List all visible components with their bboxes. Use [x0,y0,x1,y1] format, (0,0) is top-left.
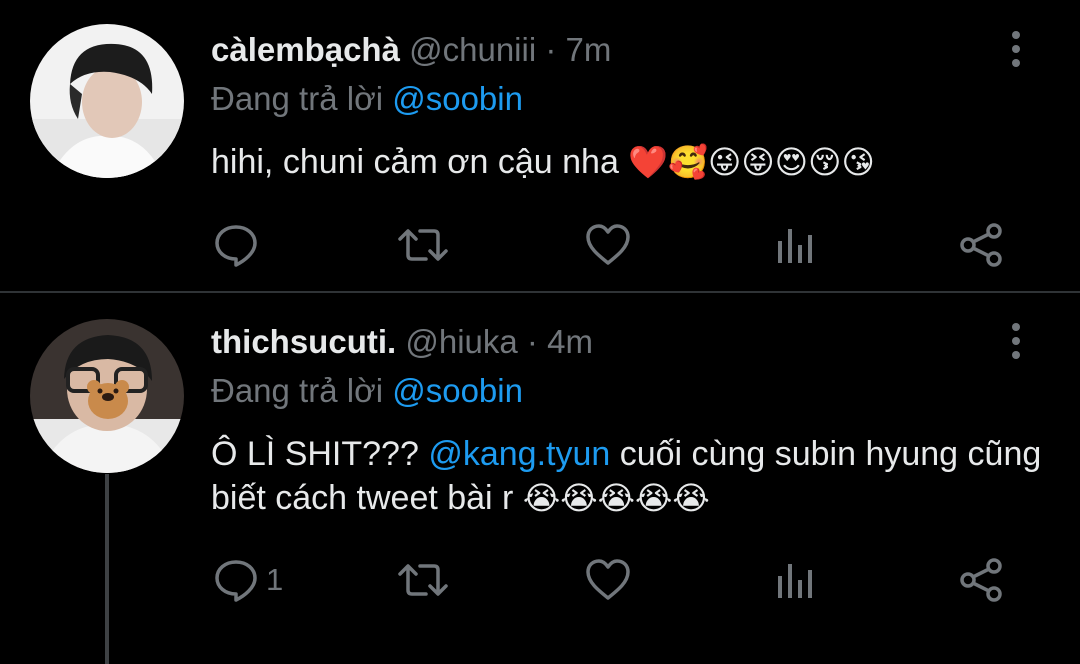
avatar[interactable] [30,319,184,473]
retweet-button[interactable] [396,555,450,605]
like-button[interactable] [584,220,632,270]
reply-icon [212,556,260,604]
reply-button[interactable]: 1 [212,555,283,605]
text-mention-link[interactable]: @kang.tyun [428,435,610,473]
reply-context: Đang trả lời @soobin [211,79,523,119]
reply-count: 1 [266,562,284,597]
share-button[interactable] [958,220,1006,270]
share-icon [958,556,1006,604]
retweet-button[interactable] [396,220,450,270]
like-button[interactable] [584,555,632,605]
analytics-button[interactable] [775,555,815,605]
tweet-text: Ô LÌ SHIT??? @kang.tyun cuối cùng subin … [211,432,1051,520]
avatar[interactable] [30,24,184,178]
analytics-icon [775,556,815,604]
tweet-text-start: Ô LÌ SHIT??? [211,435,419,473]
action-bar [0,220,1080,270]
tweet-emojis: ❤️🥰😜😝😍😚😘 [628,143,875,181]
reply-mention-link[interactable]: @soobin [392,372,523,409]
tweet-header: thichsucuti. @hiuka · 4m [211,322,593,362]
analytics-button[interactable] [775,220,815,270]
tweet-text-content: hihi, chuni cảm ơn cậu nha [211,143,619,181]
reply-prefix: Đang trả lời [211,80,384,117]
tweet[interactable]: thichsucuti. @hiuka · 4m Đang trả lời @s… [0,292,1080,664]
tweet-text: hihi, chuni cảm ơn cậu nha ❤️🥰😜😝😍😚😘 [211,140,1051,184]
reply-icon [212,221,260,269]
user-handle[interactable]: @chuniii [409,31,536,68]
retweet-icon [396,556,450,604]
tweet-emojis: 😭😭😭😭😭 [522,479,710,517]
reply-mention-link[interactable]: @soobin [392,80,523,117]
like-icon [584,221,632,269]
analytics-icon [775,221,815,269]
tweet[interactable]: càlembạchà @chuniii · 7m Đang trả lời @s… [0,0,1080,292]
timestamp[interactable]: 4m [547,323,593,360]
like-icon [584,556,632,604]
reply-prefix: Đang trả lời [211,372,384,409]
separator: · [526,323,538,360]
more-options-icon[interactable] [1004,30,1028,70]
reply-context: Đang trả lời @soobin [211,371,523,411]
timestamp[interactable]: 7m [566,31,612,68]
user-handle[interactable]: @hiuka [405,323,517,360]
separator: · [545,31,557,68]
more-options-icon[interactable] [1004,322,1028,362]
share-button[interactable] [958,555,1006,605]
display-name[interactable]: càlembạchà [211,31,400,68]
display-name[interactable]: thichsucuti. [211,323,396,360]
reply-button[interactable] [212,220,266,270]
retweet-icon [396,221,450,269]
tweet-header: càlembạchà @chuniii · 7m [211,30,611,70]
action-bar: 1 [0,555,1080,605]
share-icon [958,221,1006,269]
